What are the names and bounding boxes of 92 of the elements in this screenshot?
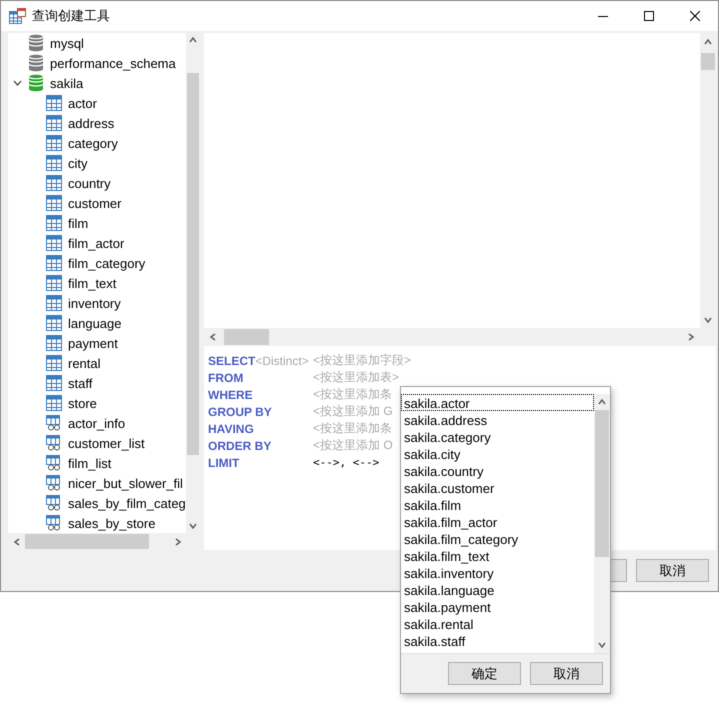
sql-keyword: FROM	[208, 370, 244, 384]
scroll-down-icon[interactable]	[704, 316, 712, 324]
sql-keyword: LIMIT	[208, 456, 240, 470]
tree-item[interactable]: country	[68, 176, 111, 190]
window-title: 查询创建工具	[32, 7, 111, 25]
sql-keyword: HAVING	[208, 422, 254, 436]
list-item[interactable]: sakila.language	[401, 581, 594, 598]
tree-item[interactable]: address	[68, 116, 114, 130]
limit-value[interactable]: <-->, <-->	[313, 456, 380, 469]
scroll-up-icon[interactable]	[598, 398, 606, 406]
dialog-button[interactable]: 取消	[530, 662, 603, 685]
tree-item[interactable]: rental	[68, 356, 101, 370]
tree-item[interactable]: performance_schema	[50, 56, 176, 70]
list-item[interactable]: sakila.actor	[401, 394, 594, 411]
close-icon[interactable]	[690, 11, 700, 21]
tree-item[interactable]: sales_by_film_categ	[68, 496, 186, 510]
scrollbar-thumb[interactable]	[25, 534, 149, 549]
tree-item[interactable]: film	[68, 216, 88, 230]
tree-item[interactable]: customer	[68, 196, 122, 210]
tree-item[interactable]: customer_list	[68, 436, 145, 450]
table-icon	[46, 135, 62, 151]
scroll-down-icon[interactable]	[189, 522, 197, 530]
app-icon	[9, 8, 26, 24]
list-item[interactable]: sakila.customer	[401, 479, 594, 496]
list-item[interactable]: sakila.film_category	[401, 530, 594, 547]
tree-item[interactable]: film_list	[68, 456, 112, 470]
table-icon	[46, 115, 62, 131]
scroll-left-icon[interactable]	[209, 333, 217, 341]
scroll-up-icon[interactable]	[189, 36, 197, 44]
table-icon	[46, 235, 62, 251]
sql-keyword: GROUP BY	[208, 404, 272, 418]
view-icon	[46, 455, 62, 471]
tree-item[interactable]: staff	[68, 376, 92, 390]
view-icon	[46, 475, 62, 491]
tree-item[interactable]: category	[68, 136, 118, 150]
expand-caret-icon[interactable]	[12, 80, 22, 86]
tree-item[interactable]: store	[68, 396, 97, 410]
table-icon	[46, 275, 62, 291]
maximize-icon[interactable]	[644, 11, 654, 21]
tree-item[interactable]: film_actor	[68, 236, 124, 250]
table-icon	[46, 215, 62, 231]
list-item[interactable]: sakila.address	[401, 411, 594, 428]
view-icon	[46, 495, 62, 511]
scroll-right-icon[interactable]	[174, 538, 182, 546]
sql-keyword: ORDER BY	[208, 438, 272, 452]
scrollbar-thumb[interactable]	[224, 329, 269, 345]
sql-keyword: WHERE	[208, 388, 253, 402]
tree-item[interactable]: inventory	[68, 296, 121, 310]
scroll-up-icon[interactable]	[704, 38, 712, 46]
list-item[interactable]: sakila.film_actor	[401, 513, 594, 530]
table-icon	[46, 295, 62, 311]
tree-item[interactable]: sales_by_store	[68, 516, 156, 530]
table-icon	[46, 195, 62, 211]
scrollbar-thumb[interactable]	[187, 73, 199, 455]
view-icon	[46, 415, 62, 431]
list-item[interactable]: sakila.inventory	[401, 564, 594, 581]
tree-item[interactable]: city	[68, 156, 88, 170]
tree-item[interactable]: nicer_but_slower_fil	[68, 476, 183, 490]
list-item[interactable]: sakila.film	[401, 496, 594, 513]
scroll-right-icon[interactable]	[687, 333, 695, 341]
scrollbar-thumb[interactable]	[701, 53, 715, 70]
tree-item[interactable]: mysql	[50, 36, 84, 50]
tree-item[interactable]: film_category	[68, 256, 146, 270]
tree-item[interactable]: film_text	[68, 276, 116, 290]
scrollbar-thumb[interactable]	[595, 410, 609, 557]
table-icon	[46, 335, 62, 351]
table-icon	[46, 95, 62, 111]
tree-item[interactable]: sakila	[50, 76, 84, 90]
list-item[interactable]: sakila.category	[401, 428, 594, 445]
table-icon	[46, 395, 62, 411]
table-icon	[46, 155, 62, 171]
cancel-button[interactable]: 取消	[636, 559, 709, 582]
scroll-down-icon[interactable]	[598, 641, 606, 649]
table-icon	[46, 315, 62, 331]
view-icon	[46, 435, 62, 451]
table-icon	[46, 355, 62, 371]
list-item[interactable]: sakila.film_text	[401, 547, 594, 564]
list-item[interactable]: sakila.country	[401, 462, 594, 479]
list-item[interactable]: sakila.staff	[401, 632, 594, 649]
sql-keyword: SELECT	[208, 354, 256, 368]
tree-item[interactable]: language	[68, 316, 122, 330]
list-item[interactable]: sakila.city	[401, 445, 594, 462]
table-icon	[46, 255, 62, 271]
scroll-left-icon[interactable]	[12, 538, 20, 546]
tree-item[interactable]: payment	[68, 336, 118, 350]
list-item[interactable]: sakila.payment	[401, 598, 594, 615]
dialog-button[interactable]: 确定	[448, 662, 521, 685]
table-icon	[46, 375, 62, 391]
tree-item[interactable]: actor_info	[68, 416, 126, 430]
table-icon	[46, 175, 62, 191]
tree-item[interactable]: actor	[68, 96, 97, 110]
list-item[interactable]: sakila.rental	[401, 615, 594, 632]
